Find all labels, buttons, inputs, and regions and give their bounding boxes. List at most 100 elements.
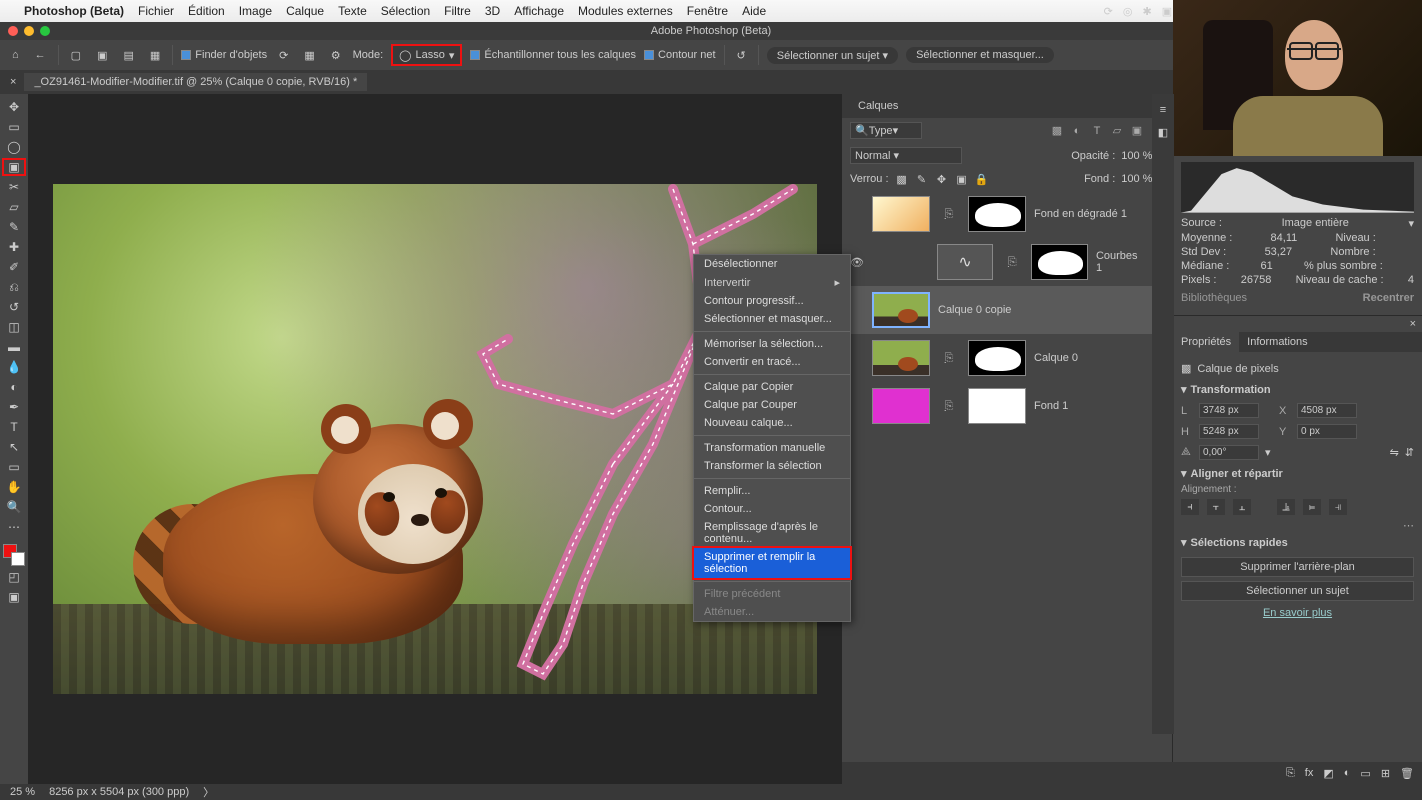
sample-all-layers-toggle[interactable]: Échantillonner tous les calques	[470, 49, 636, 61]
brush-tool[interactable]: ✐	[2, 258, 26, 276]
menu-view[interactable]: Affichage	[514, 4, 564, 18]
filter-adjust-icon[interactable]: ◐	[1070, 124, 1084, 138]
filter-shape-icon[interactable]: ▱	[1110, 124, 1124, 138]
layer-thumb[interactable]	[872, 340, 930, 376]
layer-mask-thumb[interactable]	[1031, 244, 1088, 280]
more-options-icon[interactable]: ⋯	[1181, 519, 1414, 532]
shape-tool[interactable]: ▭	[2, 458, 26, 476]
adjustment-layer-icon[interactable]: ◐	[1344, 767, 1351, 779]
layer-mask-thumb[interactable]	[968, 340, 1026, 376]
properties-tab[interactable]: Propriétés	[1173, 332, 1239, 352]
sel-intersect-icon[interactable]: ▦	[146, 45, 164, 65]
menu-layer[interactable]: Calque	[286, 4, 324, 18]
sel-sub-icon[interactable]: ▤	[119, 45, 137, 65]
close-tab-icon[interactable]: ×	[10, 76, 16, 88]
ctx-inverse[interactable]: Intervertir▸	[694, 273, 850, 292]
width-input[interactable]	[1199, 403, 1259, 418]
collapsed-panel-icon[interactable]: ◧	[1158, 126, 1168, 139]
lock-transparency-icon[interactable]: ▩	[895, 172, 909, 186]
layer-mask-thumb[interactable]	[968, 388, 1026, 424]
ctx-new-layer[interactable]: Nouveau calque...	[694, 414, 850, 432]
layer-filter-kind[interactable]: 🔍 Type ▾	[850, 122, 922, 139]
screen-mode-toggle[interactable]: ▣	[2, 588, 26, 606]
layer-name[interactable]: Courbes 1	[1096, 250, 1146, 274]
ctx-transform-selection[interactable]: Transformer la sélection	[694, 457, 850, 475]
color-swatches[interactable]	[3, 544, 25, 566]
crop-tool[interactable]: ✂	[2, 178, 26, 196]
tray-icon[interactable]: ▣	[1162, 5, 1172, 18]
ctx-layer-via-copy[interactable]: Calque par Copier	[694, 378, 850, 396]
tray-icon[interactable]: ◎	[1123, 5, 1133, 18]
refresh-icon[interactable]: ⟳	[275, 45, 292, 65]
height-input[interactable]	[1199, 424, 1259, 439]
histogram-source-dropdown[interactable]: Image entière	[1282, 217, 1349, 230]
collapsed-panel-icon[interactable]: ≡	[1160, 104, 1166, 116]
ctx-make-work-path[interactable]: Convertir en tracé...	[694, 353, 850, 371]
ctx-layer-via-cut[interactable]: Calque par Couper	[694, 396, 850, 414]
gradient-tool[interactable]: ▬	[2, 338, 26, 356]
layer-mask-thumb[interactable]	[968, 196, 1026, 232]
learn-more-link[interactable]: En savoir plus	[1187, 607, 1408, 619]
ctx-content-aware-fill[interactable]: Remplissage d'après le contenu...	[694, 518, 850, 548]
show-overlay-icon[interactable]: ▦	[300, 45, 318, 65]
menu-file[interactable]: Fichier	[138, 4, 174, 18]
lock-pixels-icon[interactable]: ✎	[915, 172, 929, 186]
sel-new-icon[interactable]: ▢	[67, 45, 85, 65]
menu-window[interactable]: Fenêtre	[687, 4, 728, 18]
history-brush-tool[interactable]: ↺	[2, 298, 26, 316]
quick-actions-section[interactable]: ▾ Sélections rapides	[1181, 532, 1414, 553]
frame-tool[interactable]: ▱	[2, 198, 26, 216]
flip-v-icon[interactable]: ⇵	[1405, 446, 1414, 459]
layer-row[interactable]: ⎘ Fond 1	[842, 382, 1172, 430]
delete-layer-icon[interactable]: 🗑	[1400, 767, 1414, 780]
link-icon[interactable]: ⎘	[944, 352, 954, 365]
close-window-button[interactable]	[8, 26, 18, 36]
eraser-tool[interactable]: ◫	[2, 318, 26, 336]
group-icon[interactable]: ▭	[1360, 767, 1370, 780]
pen-tool[interactable]: ✒	[2, 398, 26, 416]
tray-icon[interactable]: ⟳	[1104, 5, 1113, 18]
zoom-level[interactable]: 25 %	[10, 786, 35, 798]
minimize-window-button[interactable]	[24, 26, 34, 36]
layer-row[interactable]: 👁 ∿ ⎘ Courbes 1 ▣	[842, 238, 1172, 286]
filter-type-icon[interactable]: T	[1090, 124, 1104, 138]
align-section[interactable]: ▾ Aligner et répartir	[1181, 463, 1414, 484]
layer-row[interactable]: Calque 0 copie	[842, 286, 1172, 334]
settings-icon[interactable]: ⚙	[327, 45, 345, 65]
menu-edit[interactable]: Édition	[188, 4, 225, 18]
object-finder-toggle[interactable]: Finder d'objets	[181, 49, 267, 61]
tray-icon[interactable]: ✱	[1143, 5, 1152, 18]
align-hcenter-icon[interactable]: ⫟	[1207, 499, 1225, 515]
info-tab[interactable]: Informations	[1239, 332, 1316, 352]
menu-image[interactable]: Image	[239, 4, 272, 18]
menu-text[interactable]: Texte	[338, 4, 367, 18]
ctx-stroke[interactable]: Contour...	[694, 500, 850, 518]
marquee-tool[interactable]: ▭	[2, 118, 26, 136]
dodge-tool[interactable]: ◐	[2, 378, 26, 396]
menu-plugins[interactable]: Modules externes	[578, 4, 673, 18]
menu-3d[interactable]: 3D	[485, 4, 500, 18]
blend-mode-dropdown[interactable]: Normal ▾	[850, 147, 962, 164]
zoom-tool[interactable]: 🔍	[2, 498, 26, 516]
lock-all-icon[interactable]: 🔒	[975, 172, 989, 186]
mode-dropdown[interactable]: ◯ Lasso ▾	[391, 44, 462, 66]
flip-h-icon[interactable]: ⇋	[1390, 446, 1399, 459]
ctx-delete-and-fill[interactable]: Supprimer et remplir la sélection	[694, 548, 850, 578]
object-selection-tool[interactable]: ▣	[2, 158, 26, 176]
select-subject-button[interactable]: Sélectionner un sujet	[1181, 581, 1414, 601]
layer-name[interactable]: Fond 1	[1034, 400, 1068, 412]
app-menu[interactable]: Photoshop (Beta)	[24, 4, 124, 18]
align-top-icon[interactable]: ⫡	[1277, 499, 1295, 515]
x-input[interactable]	[1297, 403, 1357, 418]
ctx-deselect[interactable]: Désélectionner	[694, 255, 850, 273]
link-icon[interactable]: ⎘	[1007, 256, 1017, 269]
layer-thumb[interactable]	[872, 292, 930, 328]
layers-panel-tab[interactable]: Calques	[850, 96, 906, 116]
ctx-select-and-mask[interactable]: Sélectionner et masquer...	[694, 310, 850, 328]
sel-add-icon[interactable]: ▣	[93, 45, 111, 65]
hand-tool[interactable]: ✋	[2, 478, 26, 496]
back-icon[interactable]: ←	[31, 45, 50, 65]
layer-name[interactable]: Calque 0 copie	[938, 304, 1011, 316]
close-tab-icon[interactable]: ×	[1410, 318, 1416, 330]
layer-row[interactable]: ⎘ Calque 0	[842, 334, 1172, 382]
